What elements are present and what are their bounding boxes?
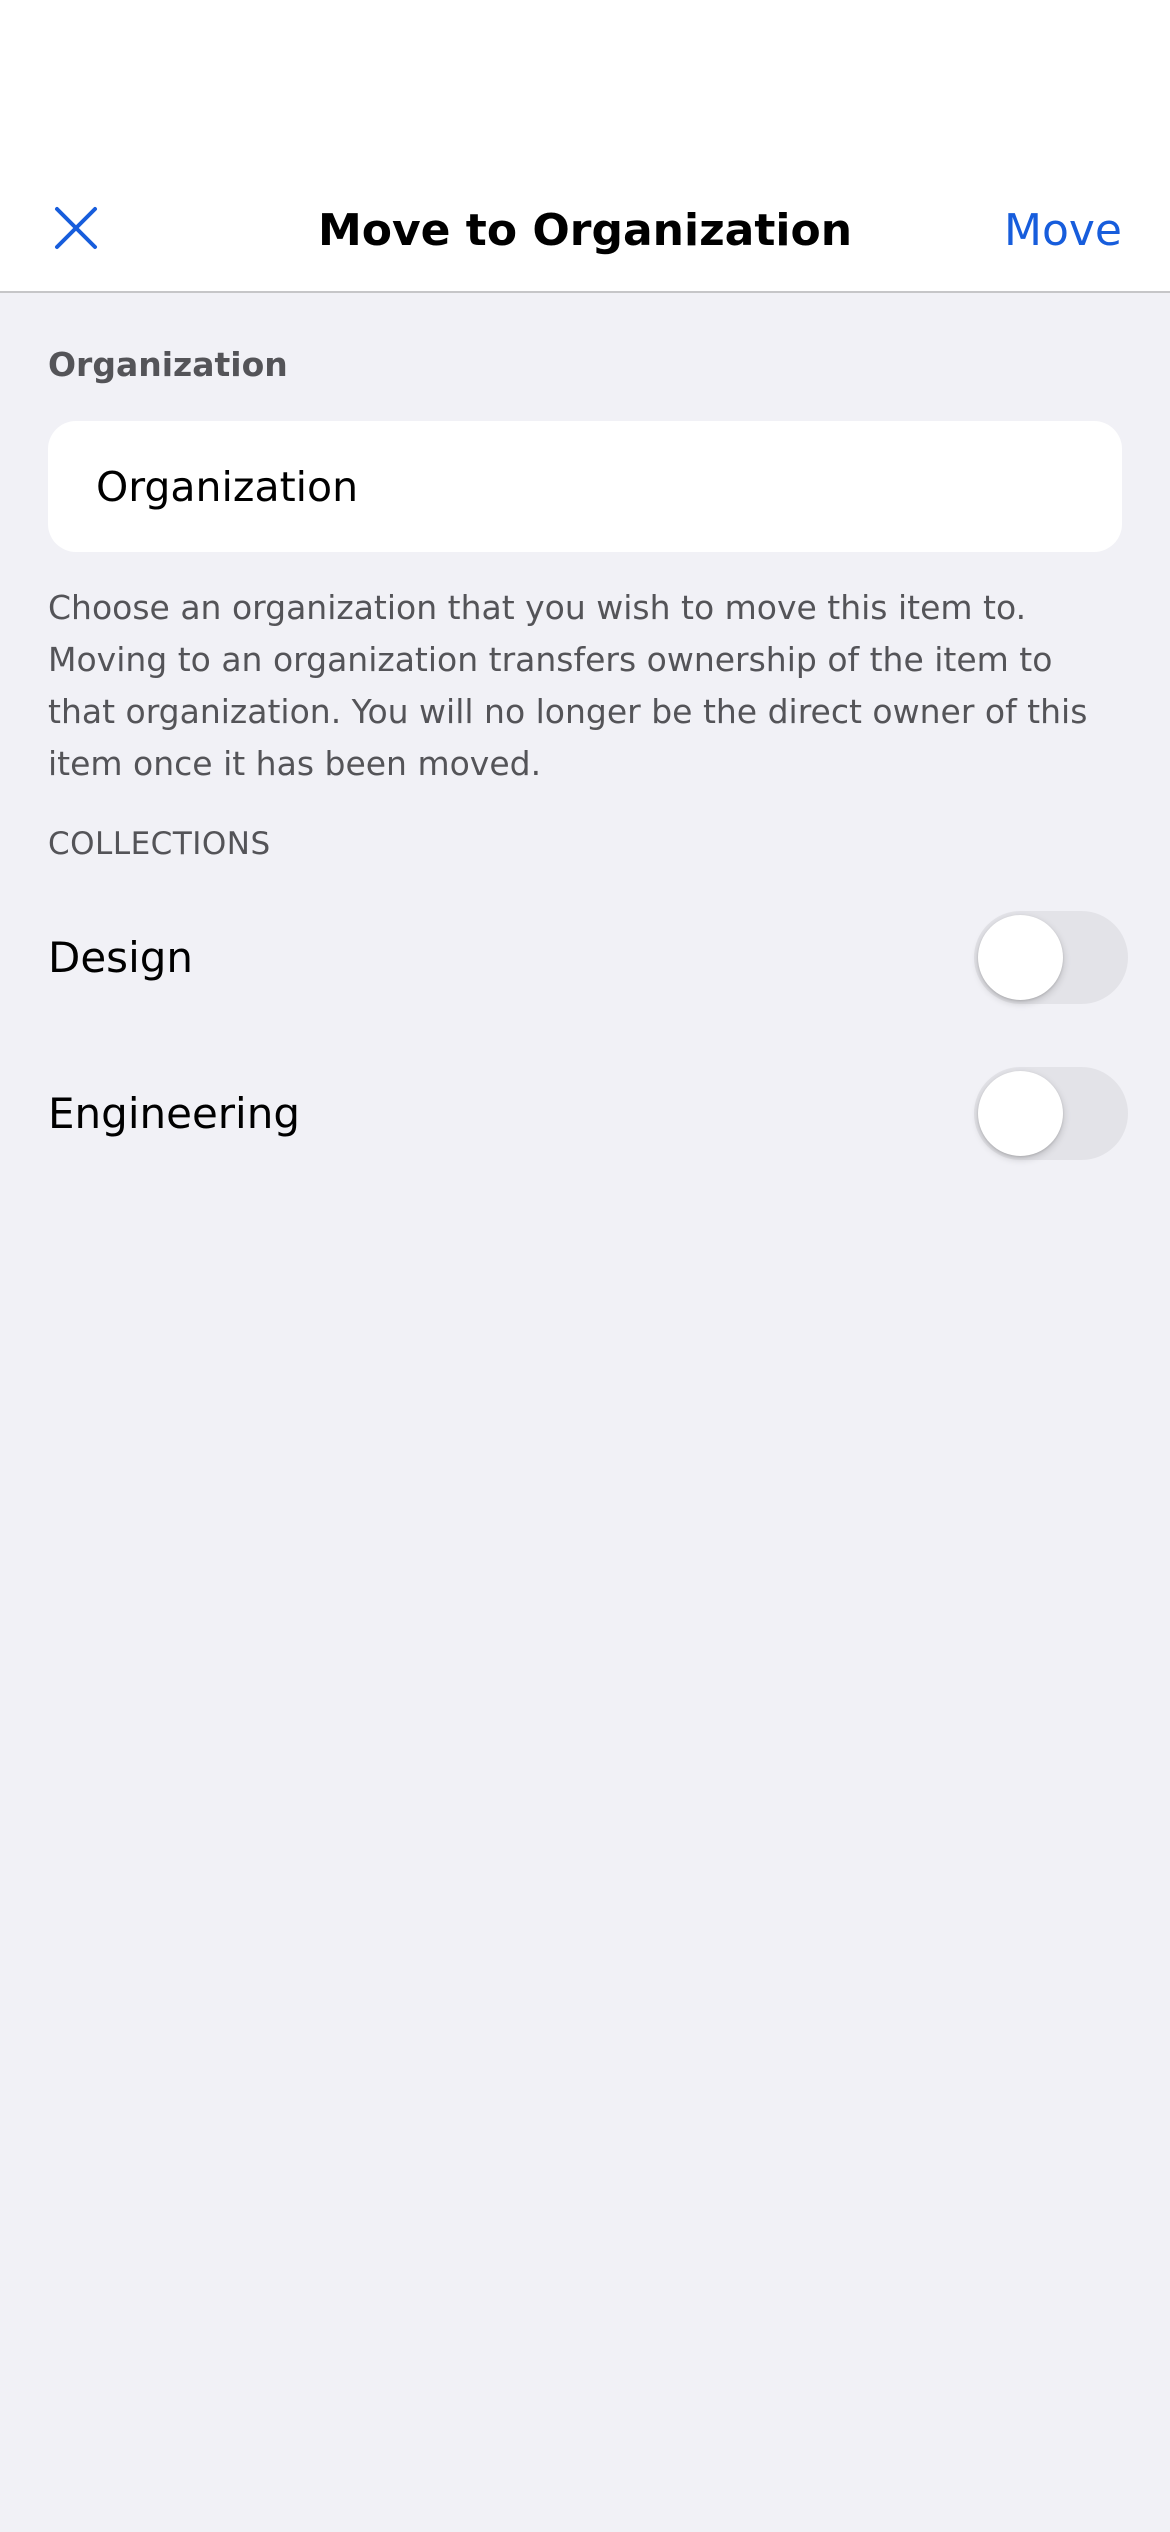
collection-label: Design <box>48 932 194 982</box>
organization-picker[interactable]: Organization <box>48 421 1122 552</box>
organization-picker-value: Organization <box>96 462 359 511</box>
close-button[interactable] <box>44 196 108 260</box>
collection-row-design: Design <box>48 909 1128 1005</box>
move-button[interactable]: Move <box>1004 196 1122 266</box>
navigation-bar: Move to Organization Move <box>0 0 1170 293</box>
page-title: Move to Organization <box>317 205 853 256</box>
toggle-knob <box>978 914 1063 1000</box>
collection-toggle-design[interactable] <box>974 910 1128 1004</box>
organization-section-label: Organization <box>48 345 288 384</box>
close-icon <box>55 207 97 249</box>
organization-help-text: Choose an organization that you wish to … <box>48 588 1088 783</box>
collection-row-engineering: Engineering <box>48 1065 1128 1161</box>
collection-label: Engineering <box>48 1088 300 1138</box>
toggle-knob <box>978 1070 1063 1156</box>
collections-header: COLLECTIONS <box>48 826 271 862</box>
collection-toggle-engineering[interactable] <box>974 1066 1128 1160</box>
